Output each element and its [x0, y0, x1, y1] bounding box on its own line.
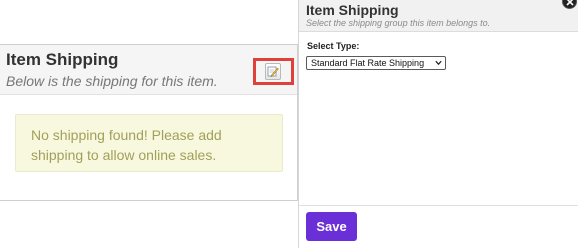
shipping-type-selected-value: Standard Flat Rate Shipping — [311, 58, 425, 68]
shipping-modal: Item Shipping Select the shipping group … — [298, 0, 578, 248]
modal-footer-divider — [299, 205, 578, 206]
shipping-type-select[interactable]: Standard Flat Rate Shipping — [306, 56, 446, 70]
chevron-down-icon — [435, 60, 442, 66]
edit-shipping-button[interactable] — [265, 63, 281, 80]
no-shipping-alert: No shipping found! Please add shipping t… — [15, 114, 283, 172]
modal-title: Item Shipping — [306, 2, 399, 18]
item-shipping-panel-header: Item Shipping Below is the shipping for … — [0, 45, 297, 95]
close-modal-button[interactable] — [562, 0, 577, 9]
modal-subtitle: Select the shipping group this item belo… — [306, 18, 491, 28]
item-shipping-panel: Item Shipping Below is the shipping for … — [0, 44, 298, 201]
edit-pencil-icon — [267, 66, 279, 77]
panel-title: Item Shipping — [6, 50, 119, 69]
save-button[interactable]: Save — [306, 212, 357, 241]
page: Item Shipping Below is the shipping for … — [0, 0, 578, 248]
shipping-modal-header: Item Shipping Select the shipping group … — [299, 0, 578, 32]
panel-subtitle: Below is the shipping for this item. — [6, 73, 218, 89]
no-shipping-message: No shipping found! Please add shipping t… — [31, 127, 222, 163]
select-type-label: Select Type: — [307, 41, 360, 51]
close-icon — [566, 0, 574, 6]
edit-button-highlight — [253, 58, 294, 85]
